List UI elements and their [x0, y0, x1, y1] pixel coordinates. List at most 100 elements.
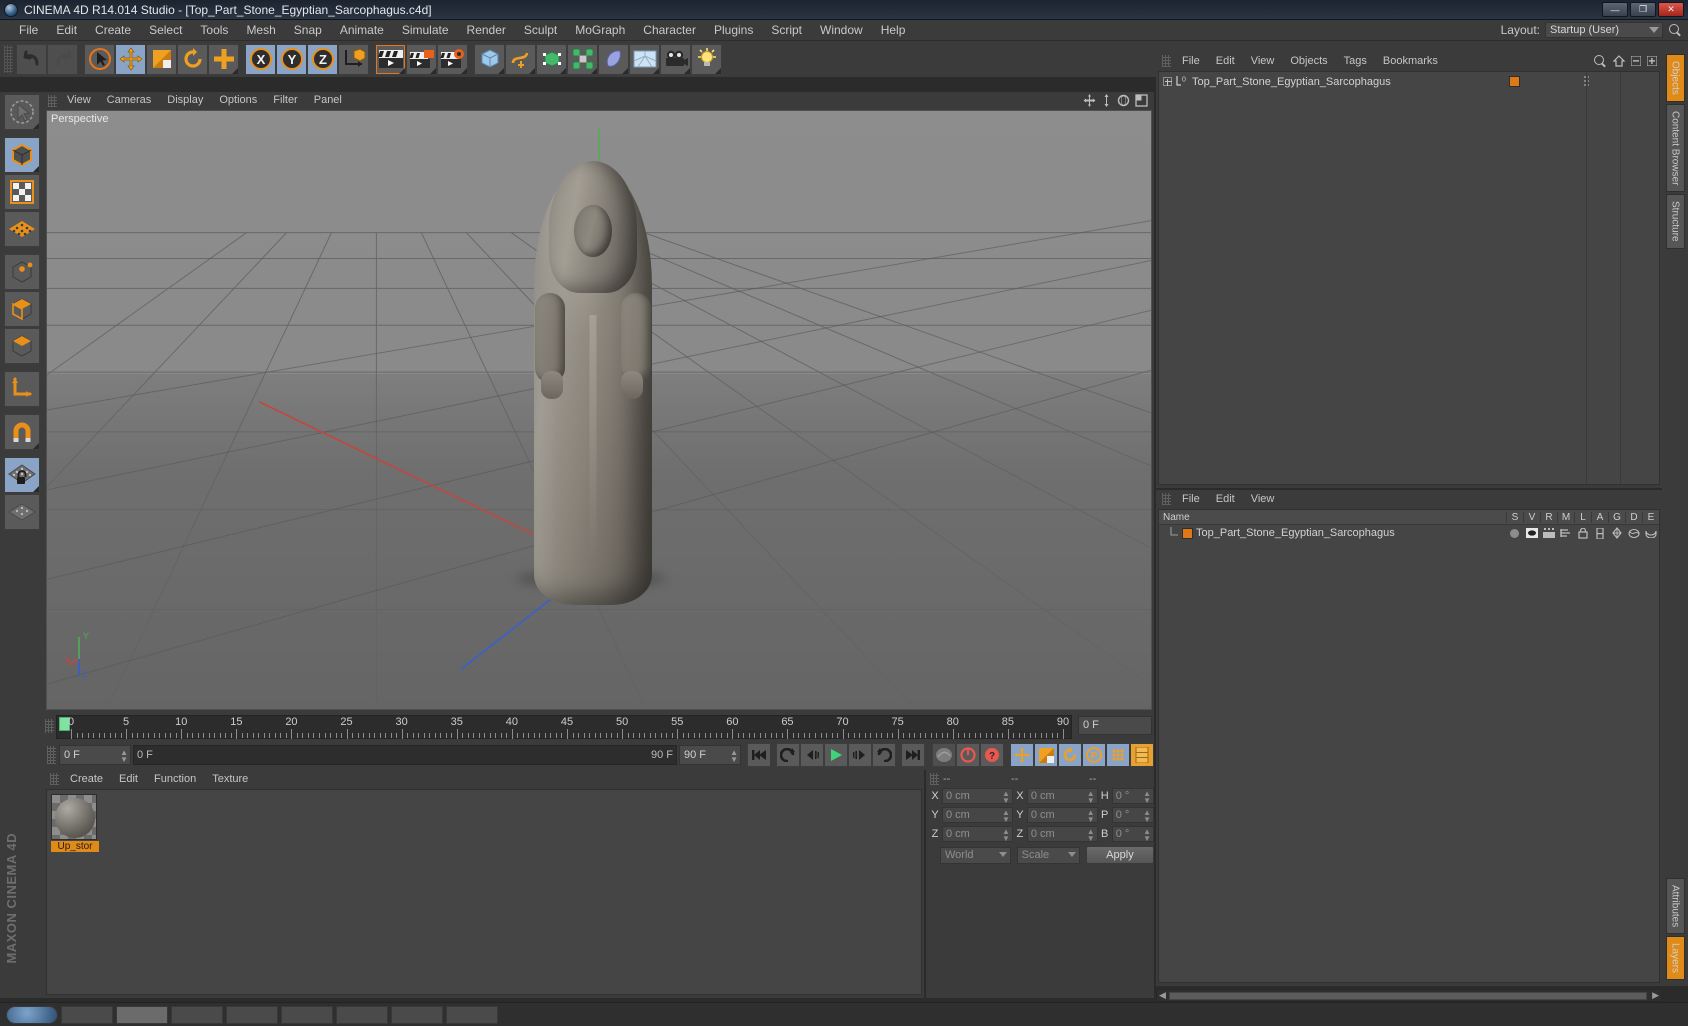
step-back-icon[interactable]: [800, 743, 824, 767]
spinner-icon[interactable]: ▲ ▼: [1143, 790, 1151, 805]
layer-col-l[interactable]: L: [1574, 511, 1591, 523]
coordinate-system-dropdown[interactable]: World: [940, 846, 1011, 864]
layer-lock-toggle[interactable]: [1574, 527, 1591, 539]
layout-key-icon[interactable]: [1130, 743, 1154, 767]
menu-item-simulate[interactable]: Simulate: [393, 20, 458, 41]
spinner-icon[interactable]: ▲ ▼: [1143, 828, 1151, 843]
tab-content-browser[interactable]: Content Browser: [1665, 103, 1685, 193]
menu-item-animate[interactable]: Animate: [331, 20, 393, 41]
record-active-objects-icon[interactable]: [932, 743, 956, 767]
layer-list[interactable]: Name S V R M L A G D E Top_Part_Stone_Eg…: [1158, 509, 1660, 983]
coord-field-rot-h[interactable]: 0 ° ▲ ▼: [1111, 788, 1154, 805]
toolbar-grip[interactable]: [4, 45, 13, 73]
object-menu-tags[interactable]: Tags: [1336, 52, 1375, 70]
menu-item-edit[interactable]: Edit: [47, 20, 86, 41]
environment-floor-icon[interactable]: [629, 43, 660, 75]
transport-grip[interactable]: [47, 746, 56, 764]
object-menu-bookmarks[interactable]: Bookmarks: [1375, 52, 1446, 70]
camera-icon[interactable]: [660, 43, 691, 75]
material-item[interactable]: Up_stor: [51, 794, 99, 852]
material-list[interactable]: Up_stor: [46, 789, 922, 995]
menu-item-render[interactable]: Render: [458, 20, 515, 41]
menu-item-sculpt[interactable]: Sculpt: [515, 20, 566, 41]
workplane-icon[interactable]: [4, 494, 40, 530]
search-icon[interactable]: [1593, 54, 1607, 68]
coord-field-size-x[interactable]: 0 cm ▲ ▼: [1026, 788, 1098, 805]
timeline-ruler[interactable]: 0 5 10 15 20 25 30 35 40 45 50 55 60 65 70 75 80 85 90: [56, 715, 1072, 739]
viewport-menu-panel[interactable]: Panel: [306, 92, 350, 109]
spinner-icon[interactable]: ▲ ▼: [1002, 790, 1010, 805]
layer-generator-toggle[interactable]: [1608, 527, 1625, 539]
material-menu-function[interactable]: Function: [146, 770, 204, 788]
layer-expression-toggle[interactable]: [1642, 529, 1659, 538]
deformer-icon[interactable]: [598, 43, 629, 75]
viewport-menu-cameras[interactable]: Cameras: [99, 92, 160, 109]
lock-workplane-icon[interactable]: [4, 457, 40, 493]
menu-item-help[interactable]: Help: [872, 20, 915, 41]
max-frame-field[interactable]: 90 F ▲ ▼: [679, 745, 741, 765]
tab-attributes[interactable]: Attributes: [1665, 877, 1685, 934]
layer-row[interactable]: Top_Part_Stone_Egyptian_Sarcophagus: [1159, 525, 1659, 541]
move-icon[interactable]: [115, 43, 146, 75]
object-menu-grip[interactable]: [1162, 55, 1171, 67]
spinner-icon[interactable]: ▲ ▼: [1143, 809, 1151, 824]
apply-button[interactable]: Apply: [1085, 846, 1154, 864]
spinner-icon[interactable]: ▲ ▼: [1087, 809, 1095, 824]
maximize-view-icon[interactable]: [1135, 94, 1148, 107]
expand-toggle-icon[interactable]: [1163, 77, 1172, 86]
next-key-icon[interactable]: [872, 743, 896, 767]
rotate-view-icon[interactable]: [1117, 94, 1130, 107]
coord-field-size-z[interactable]: 0 cm ▲ ▼: [1026, 826, 1098, 843]
viewport-3d[interactable]: Perspective Y X Z: [46, 110, 1152, 710]
tab-structure[interactable]: Structure: [1665, 194, 1685, 249]
spinner-icon[interactable]: ▲ ▼: [1087, 790, 1095, 805]
point-level-animation-icon[interactable]: [1106, 743, 1130, 767]
viewport-menu-view[interactable]: View: [59, 92, 99, 109]
taskbar-start-icon[interactable]: [6, 1005, 58, 1024]
preview-range-slider[interactable]: 0 F 90 F: [133, 745, 677, 765]
coord-field-rot-p[interactable]: 0 ° ▲ ▼: [1111, 807, 1154, 824]
menu-item-character[interactable]: Character: [634, 20, 705, 41]
layer-menu-view[interactable]: View: [1243, 490, 1283, 508]
coord-field-pos-z[interactable]: 0 cm ▲ ▼: [942, 826, 1013, 843]
layer-col-r[interactable]: R: [1540, 511, 1557, 523]
coordinate-mode-dropdown[interactable]: Scale: [1016, 846, 1080, 864]
viewport-menu-options[interactable]: Options: [211, 92, 265, 109]
parameter-key-icon[interactable]: P: [1082, 743, 1106, 767]
x-axis-icon[interactable]: X: [245, 43, 276, 75]
layer-menu-edit[interactable]: Edit: [1208, 490, 1243, 508]
layer-horizontal-scrollbar[interactable]: ◀ ▶: [1156, 989, 1662, 1002]
plus-axis-icon[interactable]: [208, 43, 239, 75]
world-coordinates-icon[interactable]: [4, 371, 40, 407]
taskbar-item[interactable]: [336, 1005, 388, 1024]
menu-item-file[interactable]: File: [10, 20, 47, 41]
z-axis-icon[interactable]: Z: [307, 43, 338, 75]
array-modeling-icon[interactable]: [567, 43, 598, 75]
rotate-icon[interactable]: [177, 43, 208, 75]
go-to-end-icon[interactable]: [901, 743, 925, 767]
cube-primitive-icon[interactable]: [474, 43, 505, 75]
object-menu-edit[interactable]: Edit: [1208, 52, 1243, 70]
layout-dropdown[interactable]: Startup (User): [1545, 22, 1663, 38]
select-arrow-icon[interactable]: [84, 43, 115, 75]
edges-mode-icon[interactable]: [4, 254, 40, 290]
autokeying-icon[interactable]: [956, 743, 980, 767]
undo-button[interactable]: [16, 43, 47, 75]
menu-item-snap[interactable]: Snap: [285, 20, 331, 41]
tab-objects[interactable]: Objects: [1665, 54, 1685, 102]
menu-item-select[interactable]: Select: [140, 20, 191, 41]
taskbar-item[interactable]: [116, 1005, 168, 1024]
points-mode-icon[interactable]: [4, 211, 40, 247]
layer-visible-toggle[interactable]: [1523, 528, 1540, 538]
object-menu-file[interactable]: File: [1174, 52, 1208, 70]
taskbar-item[interactable]: [226, 1005, 278, 1024]
layer-animation-toggle[interactable]: [1591, 527, 1608, 539]
material-menu-create[interactable]: Create: [62, 770, 111, 788]
timeline-frame-field[interactable]: 0 F: [1078, 716, 1152, 735]
light-icon[interactable]: [691, 43, 722, 75]
expand-icon[interactable]: [1647, 56, 1657, 66]
menu-item-tools[interactable]: Tools: [191, 20, 237, 41]
taskbar-item[interactable]: [171, 1005, 223, 1024]
search-icon[interactable]: [1668, 23, 1682, 37]
layer-render-toggle[interactable]: [1540, 528, 1557, 538]
